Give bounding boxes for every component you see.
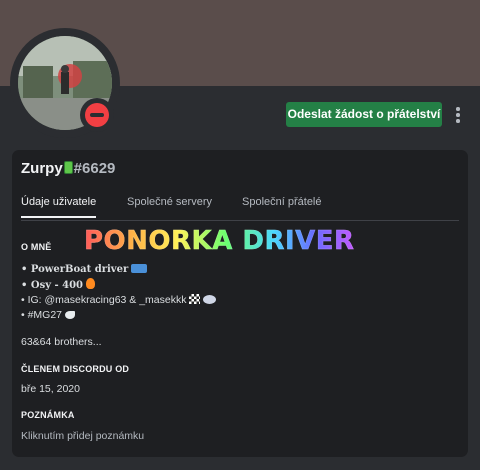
about-line-text: • IG: @masekracing63 & _masekkk [21, 294, 187, 306]
about-footer: 63&64 brothers... [21, 336, 102, 348]
speedboat-icon [131, 264, 148, 273]
phone-icon [63, 161, 73, 174]
tab-user-info[interactable]: Údaje uživatele [21, 196, 97, 218]
about-line: • #MG27 [21, 309, 75, 321]
profile-card: Zurpy #6629 Údaje uživatele Společné serv… [12, 150, 468, 457]
about-line: • PowerBoat driver [21, 263, 148, 275]
about-line-text: • Osy - 400 [21, 280, 84, 291]
name-row: Zurpy #6629 [21, 160, 115, 177]
dove-icon [64, 311, 75, 319]
about-banner-text: PONORKA DRIVER [84, 226, 355, 256]
send-friend-request-button[interactable]: Odeslat žádost o přátelství [286, 102, 442, 127]
dash-icon [203, 295, 217, 304]
discriminator: #6629 [73, 160, 116, 177]
about-line: • Osy - 400 [21, 278, 95, 291]
username: Zurpy [21, 160, 63, 177]
about-me-title: O MNĚ [21, 242, 52, 252]
about-line-text: • PowerBoat driver [21, 264, 129, 275]
checkered-flag-icon [189, 294, 201, 304]
more-vertical-icon[interactable] [450, 104, 466, 126]
member-since-title: ČLENEM DISCORDU OD [21, 364, 130, 374]
fire-icon [85, 278, 95, 289]
note-input[interactable]: Kliknutím přidej poznámku [21, 430, 144, 442]
do-not-disturb-icon [85, 103, 109, 127]
about-line-text: • #MG27 [21, 309, 63, 321]
about-line: • IG: @masekracing63 & _masekkk [21, 294, 217, 306]
tabs-divider [21, 220, 459, 221]
tab-mutual-friends[interactable]: Společní přátelé [242, 196, 322, 216]
tab-mutual-servers[interactable]: Společné servery [127, 196, 212, 216]
member-since-date: bře 15, 2020 [21, 383, 80, 395]
note-title: POZNÁMKA [21, 410, 75, 420]
